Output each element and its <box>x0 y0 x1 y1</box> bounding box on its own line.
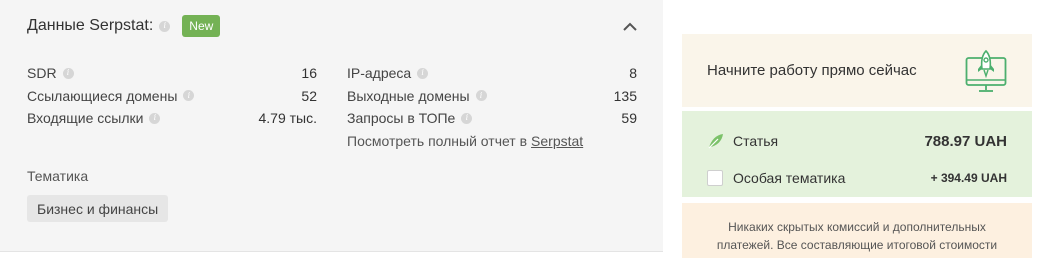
start-now-card: Начните работу прямо сейчас <box>682 34 1032 107</box>
article-price-row: Статья 788.97 UAH <box>707 130 1007 152</box>
serpstat-data-panel: Данные Serpstat: i New SDR i 16 Ссылающие… <box>0 0 663 252</box>
topic-tag: Бизнес и финансы <box>27 195 169 222</box>
stat-row-sdr: SDR i 16 <box>27 62 317 85</box>
stat-row-top-queries: Запросы в ТОПе i 59 <box>347 107 637 130</box>
stat-label: IP-адреса <box>347 65 412 82</box>
no-hidden-fees-notice: Никаких скрытых комиссий и дополнительны… <box>682 203 1032 258</box>
info-icon[interactable]: i <box>417 67 429 79</box>
stat-value: 8 <box>629 65 637 82</box>
panel-header: Данные Serpstat: i New <box>27 14 221 38</box>
right-stats: IP-адреса i 8 Выходные домены i 135 Запрос… <box>347 62 637 152</box>
report-text: Посмотреть полный отчет в <box>347 132 528 149</box>
left-stats: SDR i 16 Ссылающиеся домены i 52 Входящие … <box>27 62 317 130</box>
price-card: Статья 788.97 UAH Особая тематика + 394.… <box>682 111 1032 197</box>
start-now-text: Начните работу прямо сейчас <box>707 62 917 79</box>
stat-label: Запросы в ТОПе <box>347 110 456 127</box>
article-label: Статья <box>733 133 779 149</box>
info-icon[interactable]: i <box>149 112 161 124</box>
info-icon[interactable]: i <box>183 90 195 102</box>
article-price: 788.97 UAH <box>924 132 1007 150</box>
stat-label: SDR <box>27 65 57 82</box>
stat-row-backlinks: Входящие ссылки i 4.79 тыс. <box>27 107 317 130</box>
info-icon[interactable]: i <box>461 112 473 124</box>
topic-label: Тематика <box>27 168 89 184</box>
stat-value: 16 <box>301 65 317 82</box>
info-icon[interactable]: i <box>62 67 74 79</box>
special-topic-row[interactable]: Особая тематика + 394.49 UAH <box>707 167 1007 189</box>
special-topic-price: + 394.49 UAH <box>930 171 1007 185</box>
new-badge: New <box>182 15 221 37</box>
stat-value: 52 <box>301 87 317 104</box>
stat-row-outbound-domains: Выходные домены i 135 <box>347 85 637 108</box>
stat-value: 135 <box>613 87 637 104</box>
stat-label: Выходные домены <box>347 87 470 104</box>
stat-label: Входящие ссылки <box>27 110 144 127</box>
full-report-line: Посмотреть полный отчет в Serpstat <box>347 130 637 152</box>
special-topic-checkbox[interactable] <box>707 170 723 186</box>
stat-label: Ссылающиеся домены <box>27 87 178 104</box>
stat-row-ip: IP-адреса i 8 <box>347 62 637 85</box>
info-icon[interactable]: i <box>475 90 487 102</box>
panel-title: Данные Serpstat: <box>27 17 154 34</box>
collapse-chevron-icon[interactable] <box>619 15 641 37</box>
stat-value: 4.79 тыс. <box>258 110 317 127</box>
feather-icon <box>708 134 723 149</box>
info-icon[interactable]: i <box>159 20 171 32</box>
serpstat-report-link[interactable]: Serpstat <box>531 133 583 149</box>
stat-value: 59 <box>621 110 637 127</box>
rocket-monitor-icon <box>965 49 1007 92</box>
special-topic-label[interactable]: Особая тематика <box>733 170 931 186</box>
stat-row-referring-domains: Ссылающиеся домены i 52 <box>27 85 317 108</box>
